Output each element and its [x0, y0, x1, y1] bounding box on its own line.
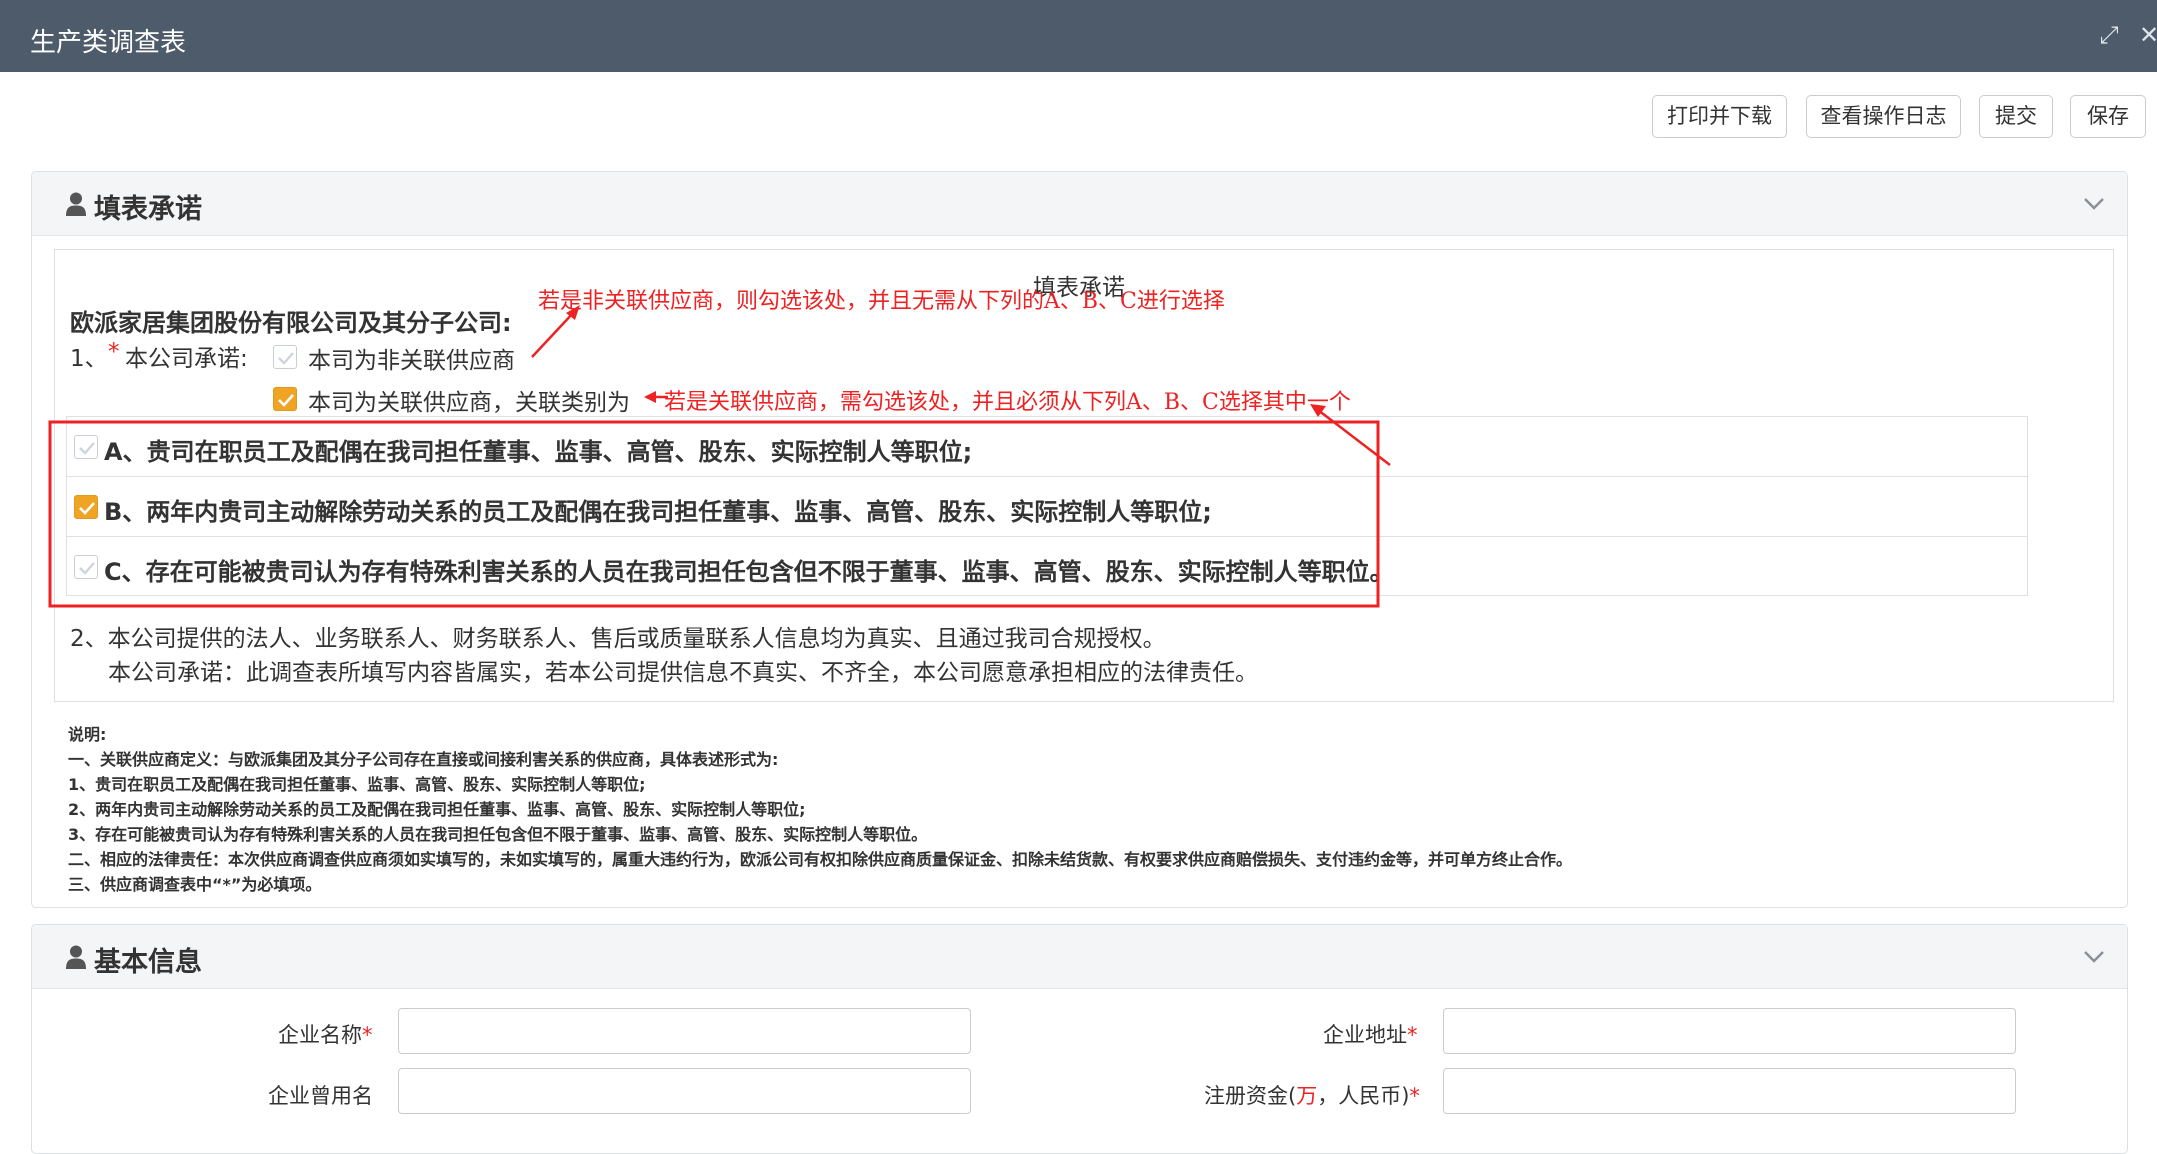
- notes-line: 二、相应的法律责任：本次供应商调查供应商须如实填写的，未如实填写的，属重大违约行…: [68, 850, 1573, 869]
- registered-capital-input[interactable]: [1443, 1068, 2016, 1114]
- capital-label-suffix: ，人民币): [1317, 1084, 1410, 1108]
- annotation-arrow: [531, 311, 575, 358]
- notes-line: 1、贵司在职员工及配偶在我司担任董事、监事、高管、股东、实际控制人等职位;: [68, 775, 646, 794]
- notes-line: 2、两年内贵司主动解除劳动关系的员工及配偶在我司担任董事、监事、高管、股东、实际…: [68, 800, 806, 819]
- user-icon: [66, 945, 86, 969]
- highlight-box: [48, 420, 1380, 608]
- company-address-label: 企业地址*: [1323, 1019, 1418, 1049]
- capital-label-prefix: 注册资金(: [1204, 1084, 1297, 1108]
- company-address-label-text: 企业地址: [1323, 1023, 1407, 1047]
- required-mark: *: [1409, 1084, 1420, 1108]
- former-name-label: 企业曾用名: [268, 1084, 373, 1108]
- company-name-input[interactable]: [398, 1008, 971, 1054]
- required-mark: *: [362, 1023, 373, 1047]
- basic-info-panel-header[interactable]: 基本信息: [32, 925, 2127, 989]
- chevron-down-icon[interactable]: [2081, 943, 2107, 969]
- notes-line: 三、供应商调查表中“*”为必填项。: [68, 875, 322, 894]
- item2-line2: 本公司承诺：此调查表所填写内容皆属实，若本公司提供信息不真实、不齐全，本公司愿意…: [108, 660, 1258, 686]
- required-mark: *: [1407, 1023, 1418, 1047]
- notes-line: 一、关联供应商定义：与欧派集团及其分子公司存在直接或间接利害关系的供应商，具体表…: [68, 750, 779, 769]
- company-name-label: 企业名称*: [278, 1019, 373, 1049]
- company-name-label-text: 企业名称: [278, 1023, 362, 1047]
- annotation-non-related: 若是非关联供应商，则勾选该处，并且无需从下列的A、B、C进行选择: [538, 289, 1225, 314]
- basic-info-panel-title: 基本信息: [94, 947, 202, 978]
- annotation-related: 若是关联供应商，需勾选该处，并且必须从下列A、B、C选择其中一个: [664, 390, 1351, 415]
- capital-label-unit: 万: [1296, 1084, 1318, 1108]
- former-name-input[interactable]: [398, 1068, 971, 1114]
- company-address-input[interactable]: [1443, 1008, 2016, 1054]
- item2-line1: 2、本公司提供的法人、业务联系人、财务联系人、售后或质量联系人信息均为真实、且通…: [70, 626, 1166, 652]
- arrow-head: [644, 391, 656, 403]
- notes-line: 说明:: [68, 725, 107, 744]
- notes-line: 3、存在可能被贵司认为存有特殊利害关系的人员在我司担任包含但不限于董事、监事、高…: [68, 825, 928, 844]
- registered-capital-label: 注册资金(万，人民币)*: [1204, 1080, 1420, 1110]
